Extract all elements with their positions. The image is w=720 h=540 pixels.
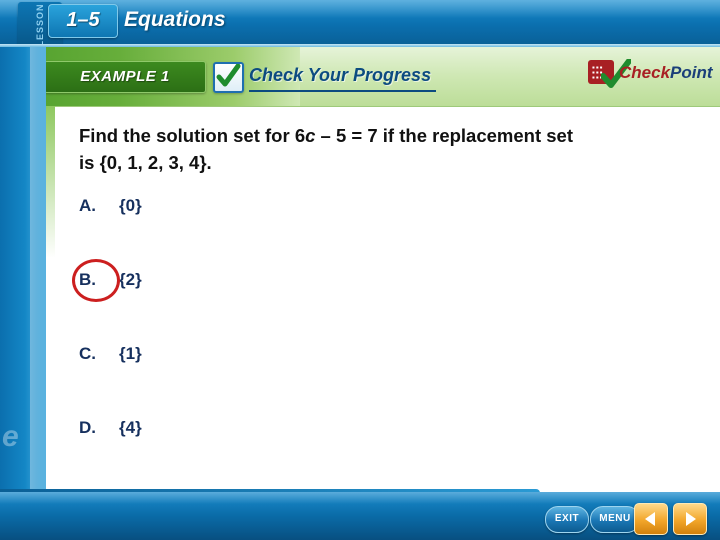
previous-slide-button[interactable] bbox=[634, 503, 668, 535]
example-badge: EXAMPLE 1 bbox=[44, 61, 206, 93]
lesson-number-plate: 1–5 bbox=[48, 4, 118, 38]
question-text: Find the solution set for 6c – 5 = 7 if … bbox=[79, 122, 579, 176]
answer-choice-c-value: {1} bbox=[119, 344, 142, 363]
correct-answer-highlight bbox=[72, 259, 120, 302]
lesson-number-label: 1–5 bbox=[66, 9, 100, 31]
page-title: Equations bbox=[124, 8, 226, 31]
example-label: EXAMPLE 1 bbox=[80, 68, 170, 85]
answer-choice-d-label: D. bbox=[79, 418, 96, 437]
answer-choice-a[interactable]: A. {0} bbox=[79, 196, 499, 216]
left-green-accent bbox=[46, 106, 55, 258]
answer-choice-a-label: A. bbox=[79, 196, 96, 215]
question-variable: c bbox=[305, 125, 316, 146]
footer-gloss bbox=[0, 492, 720, 504]
exit-button[interactable]: EXIT bbox=[545, 506, 589, 533]
answer-choice-c-label: C. bbox=[79, 344, 96, 363]
checkpoint-logo: ▪▪▪ ▪▪▪ ▪▪▪ CheckPoint bbox=[588, 58, 713, 94]
watermark: e bbox=[2, 420, 19, 453]
checkpoint-logo-check: Check bbox=[619, 63, 671, 82]
answer-choice-d[interactable]: D. {4} bbox=[79, 418, 499, 438]
menu-button[interactable]: MENU bbox=[590, 506, 640, 533]
answer-choice-d-value: {4} bbox=[119, 418, 142, 437]
slide: LESSON 1–5 Equations EXAMPLE 1 Check You… bbox=[0, 0, 720, 540]
checkpoint-logo-point: Point bbox=[670, 63, 713, 82]
check-your-progress-title: Check Your Progress bbox=[249, 65, 432, 85]
answer-choice-b-value: {2} bbox=[119, 270, 142, 289]
next-slide-button[interactable] bbox=[673, 503, 707, 535]
checkmark-icon bbox=[213, 62, 244, 93]
content-area: Find the solution set for 6c – 5 = 7 if … bbox=[55, 110, 695, 490]
answer-choice-a-value: {0} bbox=[119, 196, 142, 215]
exit-button-label: EXIT bbox=[554, 513, 580, 524]
checkpoint-logo-text: CheckPoint bbox=[619, 63, 713, 83]
answer-choice-b[interactable]: B. {2} bbox=[79, 270, 499, 290]
question-part-1: Find the solution set for 6 bbox=[79, 125, 306, 146]
answer-choice-c[interactable]: C. {1} bbox=[79, 344, 499, 364]
menu-button-label: MENU bbox=[599, 513, 631, 524]
check-your-progress-underline bbox=[249, 90, 436, 92]
